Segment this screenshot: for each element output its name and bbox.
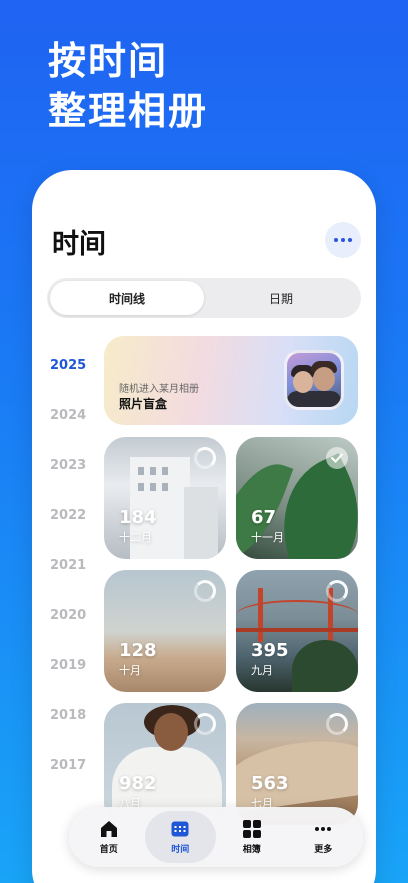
segment-timeline[interactable]: 时间线 [50,281,204,315]
year-item[interactable]: 2025 [50,358,90,408]
card-month: 十二月 [119,531,152,544]
card-photo-face [154,713,188,751]
tab-home-label: 首页 [99,845,118,855]
home-icon [100,821,117,837]
tab-more-label: 更多 [314,845,333,855]
card-photo-bridge-tower [258,588,263,642]
window [138,467,144,475]
tab-albums[interactable]: 相簿 [216,811,288,863]
card-count: 184 [119,507,157,528]
progress-ring-icon [326,580,348,602]
calendar-icon [171,821,189,837]
window [162,483,168,491]
window [162,467,168,475]
promo-headline: 按时间 整理相册 [48,36,208,136]
tab-time-label: 时间 [171,845,190,855]
window [150,467,156,475]
tab-time[interactable]: 时间 [144,811,216,863]
card-month: 九月 [251,664,273,677]
progress-ring-icon [194,447,216,469]
year-item[interactable]: 2018 [50,708,90,758]
card-count: 128 [119,640,157,661]
month-album-card[interactable]: 184 十二月 [104,437,226,559]
thumb-body [287,391,341,407]
card-count: 563 [251,773,289,794]
card-count: 67 [251,507,277,528]
progress-ring-icon [194,580,216,602]
view-segment-control: 时间线 日期 [47,278,361,318]
more-dot [348,238,352,242]
card-month: 十一月 [251,531,284,544]
card-count: 982 [119,773,157,794]
tab-home[interactable]: 首页 [73,811,145,863]
year-item[interactable]: 2020 [50,608,90,658]
tab-more[interactable]: 更多 [288,811,360,863]
window [150,483,156,491]
card-count: 395 [251,640,289,661]
year-item[interactable]: 2021 [50,558,90,608]
year-item[interactable]: 2019 [50,658,90,708]
progress-ring-icon [326,713,348,735]
year-item[interactable]: 2024 [50,408,90,458]
banner-subtitle: 随机进入某月相册 [119,384,199,395]
photo-blind-box-banner[interactable]: 随机进入某月相册 照片盲盒 [104,336,358,425]
headline-line-1: 按时间 [48,39,169,83]
segment-date[interactable]: 日期 [204,281,358,315]
month-album-card[interactable]: 128 十月 [104,570,226,692]
year-item[interactable]: 2023 [50,458,90,508]
checkmark-glyph [331,453,343,463]
headline-line-2: 整理相册 [48,89,209,133]
card-photo-plant [292,640,358,692]
card-photo-bridge-cable [236,600,358,630]
month-album-card[interactable]: 67 十一月 [236,437,358,559]
checkmark-icon [326,447,348,469]
more-icon [315,827,332,831]
banner-thumbnail [284,350,344,410]
card-photo-bridge-deck [236,628,358,632]
card-month: 十月 [119,664,141,677]
page-title: 时间 [52,229,106,260]
window [138,483,144,491]
more-dot [341,238,345,242]
grid-icon [242,820,261,838]
card-photo-building [184,487,218,559]
year-item[interactable]: 2017 [50,758,90,808]
year-index: 2025 2024 2023 2022 2021 2020 2019 2018 … [50,358,90,808]
more-dots-icon [334,238,338,242]
month-album-card[interactable]: 395 九月 [236,570,358,692]
tab-albums-label: 相簿 [242,845,261,855]
phone-screen: 时间 时间线 日期 2025 2024 2023 2022 2021 2020 … [32,170,376,883]
banner-title: 照片盲盒 [119,397,168,411]
year-item[interactable]: 2022 [50,508,90,558]
progress-ring-icon [194,713,216,735]
more-options-button[interactable] [325,222,361,258]
thumb-face [293,371,313,393]
bottom-tab-bar: 首页 时间 相簿 更多 [69,807,363,867]
thumb-face [313,367,335,391]
